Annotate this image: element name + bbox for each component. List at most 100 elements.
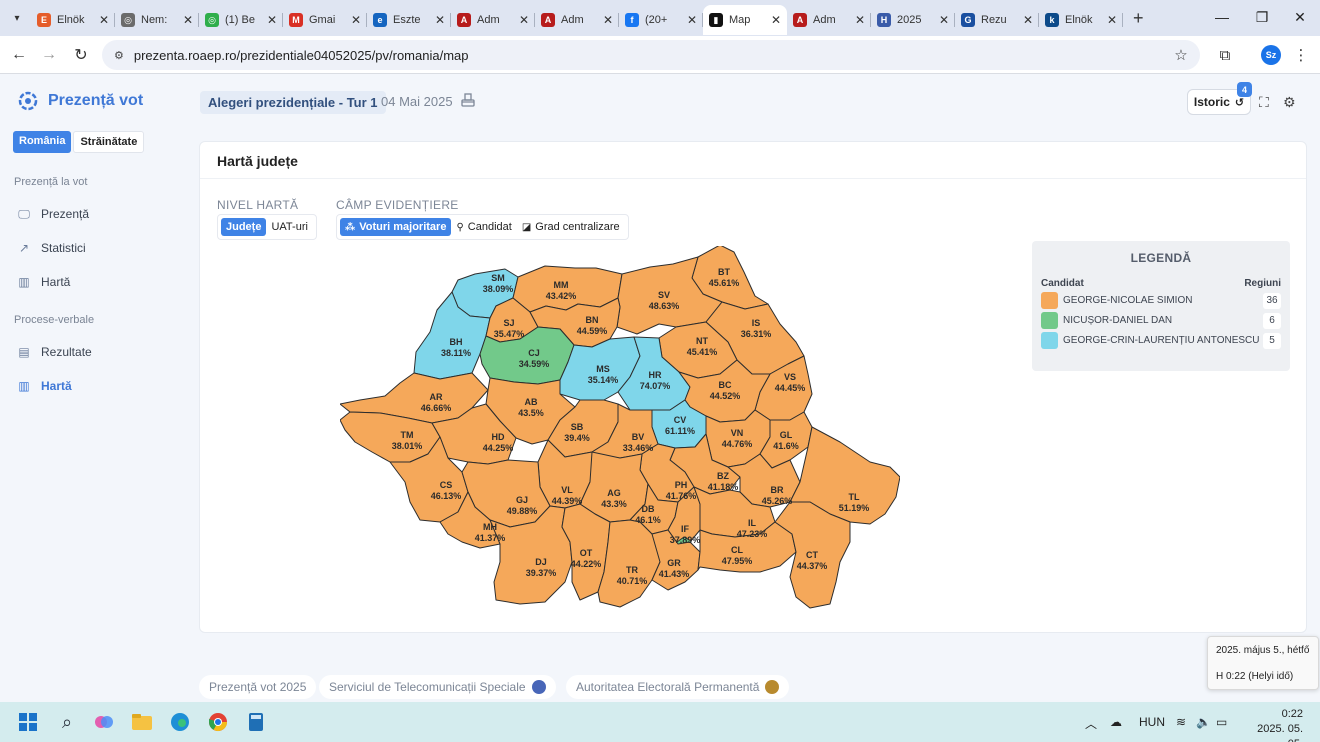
election-badge[interactable]: Alegeri prezidențiale - Tur 1 <box>200 91 386 114</box>
county-code-label: SV <box>658 290 670 300</box>
reload-icon[interactable]: ↻ <box>66 40 96 70</box>
search-icon[interactable]: ⌕ <box>55 710 79 734</box>
legend-row[interactable]: GEORGE-CRIN-LAURENȚIU ANTONESCU 5 <box>1041 332 1281 349</box>
browser-tab[interactable]: e Eszte ✕ <box>367 5 451 35</box>
browser-tab[interactable]: M Gmai ✕ <box>283 5 367 35</box>
calculator-icon[interactable] <box>244 710 268 734</box>
sidebar-item-harta-results[interactable]: ▥ Hartă <box>17 379 71 393</box>
tab-close-icon[interactable]: ✕ <box>435 13 445 27</box>
sidebar-item-harta-turnout[interactable]: ▥ Hartă <box>17 275 70 289</box>
tab-close-icon[interactable]: ✕ <box>603 13 613 27</box>
history-button[interactable]: Istoric ↺ 4 <box>1187 82 1252 115</box>
sidebar-item-statistici[interactable]: ↗ Statistici <box>17 241 86 255</box>
centralization-button[interactable]: ◪ Grad centralizare <box>517 218 625 236</box>
chrome-icon[interactable] <box>206 710 230 734</box>
close-window-icon[interactable]: ✕ <box>1280 0 1320 34</box>
language-indicator[interactable]: HUN <box>1139 715 1165 729</box>
browser-menu-icon[interactable]: ⋮ <box>1286 40 1316 70</box>
browser-tab[interactable]: A Adm ✕ <box>451 5 535 35</box>
settings-gear-icon[interactable]: ⚙ <box>1283 94 1296 111</box>
file-explorer-icon[interactable] <box>130 710 154 734</box>
aep-emblem-icon <box>765 680 780 694</box>
tab-close-icon[interactable]: ✕ <box>267 13 277 27</box>
tray-overflow-icon[interactable]: ︿ <box>1085 715 1097 732</box>
footer-app[interactable]: Prezență vot 2025 <box>199 675 317 699</box>
county-percent-label: 41.43% <box>659 569 690 579</box>
sidebar-item-prezenta[interactable]: 🖵 Prezență <box>17 207 89 222</box>
tab-close-icon[interactable]: ✕ <box>519 13 529 27</box>
legend-row[interactable]: NICUȘOR-DANIEL DAN 6 <box>1041 312 1281 329</box>
tooltip-date: 2025. május 5., hétfő <box>1216 645 1310 656</box>
scope-romania-button[interactable]: România <box>13 131 72 153</box>
browser-tab[interactable]: f (20+ ✕ <box>619 5 703 35</box>
forward-icon[interactable]: → <box>34 40 64 70</box>
tab-close-icon[interactable]: ✕ <box>771 13 781 27</box>
tab-close-icon[interactable]: ✕ <box>1023 13 1033 27</box>
footer-sts[interactable]: Serviciul de Telecomunicații Speciale <box>319 675 556 699</box>
tab-title: Adm <box>561 14 584 26</box>
copilot-icon[interactable] <box>92 710 116 734</box>
footer-aep[interactable]: Autoritatea Electorală Permanentă <box>566 675 790 699</box>
county-code-label: BV <box>632 432 645 442</box>
candidate-button[interactable]: ⚲ Candidat <box>451 218 516 236</box>
wifi-icon[interactable]: ≋ <box>1176 715 1186 729</box>
sidebar-item-rezultate[interactable]: ▤ Rezultate <box>17 345 91 359</box>
majority-votes-label: Voturi majoritare <box>359 221 447 233</box>
tab-close-icon[interactable]: ✕ <box>351 13 361 27</box>
browser-tab[interactable]: H 2025 ✕ <box>871 5 955 35</box>
county-percent-label: 41.76% <box>666 491 697 501</box>
brand[interactable]: Prezență vot <box>18 91 143 111</box>
taskbar-clock[interactable]: 0:22 2025. 05. 05. <box>1239 707 1303 742</box>
county-code-label: CJ <box>528 348 540 358</box>
profile-avatar[interactable]: Sz <box>1256 40 1286 70</box>
brand-name: Prezență vot <box>48 92 144 109</box>
county-percent-label: 43.42% <box>546 291 577 301</box>
minimize-icon[interactable]: — <box>1202 0 1242 34</box>
battery-icon[interactable]: ▭ <box>1216 715 1227 729</box>
county-code-label: BZ <box>717 471 729 481</box>
extensions-icon[interactable]: ⧉ <box>1210 40 1240 70</box>
county-percent-label: 43.3% <box>601 499 627 509</box>
tab-favicon-icon: k <box>1045 13 1059 27</box>
new-tab-icon[interactable]: + <box>1133 8 1144 29</box>
browser-tab[interactable]: ◎ (1) Be ✕ <box>199 5 283 35</box>
tab-close-icon[interactable]: ✕ <box>1107 13 1117 27</box>
weather-cloud-icon[interactable]: ☁ <box>1110 715 1122 729</box>
county-percent-label: 38.01% <box>392 441 423 451</box>
legend-title: LEGENDĂ <box>1130 251 1192 265</box>
edge-icon[interactable] <box>168 710 192 734</box>
windows-start-icon[interactable] <box>16 710 40 734</box>
browser-tab[interactable]: ▮ Map ✕ <box>703 5 787 35</box>
legend-row[interactable]: GEORGE-NICOLAE SIMION 36 <box>1041 292 1281 309</box>
scope-abroad-button[interactable]: Străinătate <box>73 131 145 153</box>
clock-date: 2025. 05. 05. <box>1257 723 1303 742</box>
browser-tab[interactable]: ◎ Nem: ✕ <box>115 5 199 35</box>
tab-title: Nem: <box>141 14 168 26</box>
site-info-icon[interactable]: ⚙ <box>114 49 124 62</box>
legend-candidate-name: GEORGE-NICOLAE SIMION <box>1063 295 1193 306</box>
level-counties-button[interactable]: Județe <box>221 218 267 236</box>
browser-tab[interactable]: G Rezu ✕ <box>955 5 1039 35</box>
volume-icon[interactable]: 🔈 <box>1196 715 1211 729</box>
majority-votes-button[interactable]: ⁂ Voturi majoritare <box>340 218 452 236</box>
restore-icon[interactable]: ❐ <box>1242 0 1282 34</box>
back-icon[interactable]: ← <box>4 40 34 70</box>
tab-close-icon[interactable]: ✕ <box>99 13 109 27</box>
browser-tab[interactable]: E Elnök ✕ <box>31 5 115 35</box>
county-percent-label: 74.07% <box>640 381 671 391</box>
county-code-label: TR <box>626 565 638 575</box>
county-code-label: SB <box>571 422 584 432</box>
browser-tab[interactable]: A Adm ✕ <box>787 5 871 35</box>
tab-close-icon[interactable]: ✕ <box>939 13 949 27</box>
browser-tab[interactable]: A Adm ✕ <box>535 5 619 35</box>
browser-tab[interactable]: k Elnök ✕ <box>1039 5 1123 35</box>
tab-close-icon[interactable]: ✕ <box>687 13 697 27</box>
fullscreen-icon[interactable]: ⛶ <box>1259 94 1269 111</box>
level-uat-button[interactable]: UAT-uri <box>266 218 312 236</box>
bookmark-star-icon[interactable]: ☆ <box>1166 40 1196 70</box>
tab-close-icon[interactable]: ✕ <box>183 13 193 27</box>
county-code-label: AR <box>430 392 443 402</box>
url-bar[interactable]: ⚙ prezenta.roaep.ro/prezidentiale0405202… <box>102 40 1200 70</box>
tab-search-icon[interactable]: ▾ <box>5 6 29 30</box>
tab-close-icon[interactable]: ✕ <box>855 13 865 27</box>
